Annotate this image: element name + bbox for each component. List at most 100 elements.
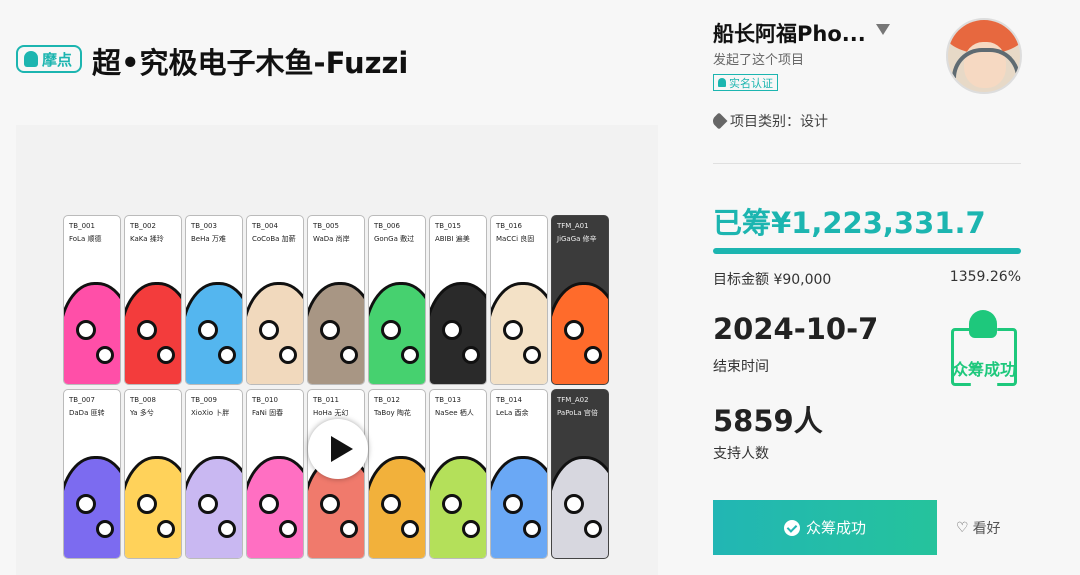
success-button-label: 众筹成功: [805, 519, 866, 537]
project-page: 摩点 超•究极电子木鱼-Fuzzi TB_001 FoLa 顺德 TB_002 KaK…: [0, 0, 1080, 575]
card-code: TB_013: [435, 396, 461, 404]
crowdfunding-success-button[interactable]: 众筹成功: [713, 500, 937, 555]
fish-stick: [584, 520, 602, 538]
card-name: DaDa 匪转: [69, 409, 105, 417]
card-name: JiGaGa 修辛: [557, 235, 597, 243]
fish-stick: [523, 520, 541, 538]
card-code: TB_007: [69, 396, 95, 404]
fish-eye: [259, 320, 279, 340]
stamp-text: 众筹成功: [951, 360, 1016, 379]
card-name: XioXio 卜胖: [191, 409, 230, 417]
card-name: CoCoBa 加薪: [252, 235, 296, 243]
card-name: FaNi 固春: [252, 409, 284, 417]
creator-name[interactable]: 船长阿福Pho...: [713, 18, 866, 48]
card-name: BeHa 万难: [191, 235, 226, 243]
fish-stick: [96, 520, 114, 538]
card-code: TB_005: [313, 222, 339, 230]
fish-eye: [564, 320, 584, 340]
fish-eye: [320, 494, 340, 514]
product-card: TB_002 KaKa 揉玲: [124, 215, 182, 385]
end-date: 2024-10-7: [713, 312, 879, 346]
site-logo[interactable]: 摩点: [16, 45, 82, 73]
product-card-grid: TB_001 FoLa 顺德 TB_002 KaKa 揉玲 TB_003 BeHa 万难 T…: [63, 215, 611, 559]
product-card: TB_003 BeHa 万难: [185, 215, 243, 385]
category-text: 项目类别：设计: [730, 114, 828, 130]
fish-eye: [503, 494, 523, 514]
end-date-label: 结束时间: [713, 359, 769, 375]
product-card: TB_006 GonGa 敷过: [368, 215, 426, 385]
card-name: WaDa 尚岸: [313, 235, 350, 243]
fish-stick: [218, 346, 236, 364]
fish-eye: [503, 320, 523, 340]
fish-eye: [442, 494, 462, 514]
fish-stick: [462, 520, 480, 538]
fish-stick: [523, 346, 541, 364]
fish-stick: [218, 520, 236, 538]
card-code: TFM_A02: [557, 396, 589, 404]
fish-stick: [279, 520, 297, 538]
fish-eye: [320, 320, 340, 340]
funded-percent: 1359.26%: [949, 269, 1021, 285]
fish-stick: [584, 346, 602, 364]
heart-icon: ♡: [956, 520, 969, 536]
verified-label: 实名认证: [729, 76, 773, 90]
card-code: TB_009: [191, 396, 217, 404]
fish-eye: [76, 494, 96, 514]
product-card: TB_010 FaNi 固春: [246, 389, 304, 559]
stamp-mascot-icon: [969, 310, 997, 338]
fish-eye: [76, 320, 96, 340]
fish-stick: [401, 346, 419, 364]
play-video-button[interactable]: [308, 419, 368, 479]
project-category: 项目类别：设计: [710, 111, 828, 131]
fish-eye: [381, 494, 401, 514]
creator-dropdown-icon[interactable]: [876, 24, 890, 35]
fish-eye: [442, 320, 462, 340]
card-name: ABIBI 遍美: [435, 235, 470, 243]
fish-eye: [564, 494, 584, 514]
card-code: TB_010: [252, 396, 278, 404]
fish-stick: [340, 520, 358, 538]
card-code: TB_014: [496, 396, 522, 404]
card-code: TB_002: [130, 222, 156, 230]
card-code: TB_006: [374, 222, 400, 230]
backer-count: 5859人: [713, 404, 823, 438]
fish-stick: [96, 346, 114, 364]
fish-stick: [401, 520, 419, 538]
logo-text: 摩点: [42, 50, 73, 69]
card-code: TB_015: [435, 222, 461, 230]
product-card: TB_007 DaDa 匪转: [63, 389, 121, 559]
product-card: TB_004 CoCoBa 加薪: [246, 215, 304, 385]
product-card: TB_012 TaBoy 陶花: [368, 389, 426, 559]
product-card: TB_013 NaSee 栖人: [429, 389, 487, 559]
funding-progress-bar: [713, 248, 1021, 254]
product-card: TB_015 ABIBI 遍美: [429, 215, 487, 385]
product-card: TB_005 WaDa 尚岸: [307, 215, 365, 385]
fish-eye: [137, 320, 157, 340]
verified-badge: 实名认证: [713, 74, 778, 91]
fish-eye: [259, 494, 279, 514]
product-card: TB_001 FoLa 顺德: [63, 215, 121, 385]
avatar-headphones: [952, 48, 1020, 78]
card-name: MaCCi 良固: [496, 235, 535, 243]
product-card: TB_014 LeLa 酉余: [490, 389, 548, 559]
fish-eye: [198, 494, 218, 514]
logo-mark-icon: [24, 51, 38, 67]
card-code: TB_001: [69, 222, 95, 230]
fish-stick: [340, 346, 358, 364]
like-button[interactable]: ♡ 看好: [956, 518, 1001, 538]
card-name: FoLa 顺德: [69, 235, 102, 243]
fish-stick: [157, 520, 175, 538]
tag-icon: [710, 112, 728, 130]
product-card: TB_016 MaCCi 良固: [490, 215, 548, 385]
creator-avatar[interactable]: [946, 18, 1022, 94]
card-name: PaPoLa 宫倍: [557, 409, 598, 417]
project-media[interactable]: TB_001 FoLa 顺德 TB_002 KaKa 揉玲 TB_003 BeHa 万难 T…: [16, 125, 658, 575]
project-title: 超•究极电子木鱼-Fuzzi: [92, 46, 409, 80]
backer-count-label: 支持人数: [713, 446, 769, 462]
divider: [713, 163, 1021, 164]
person-icon: [718, 78, 726, 87]
card-name: KaKa 揉玲: [130, 235, 164, 243]
product-card: TFM_A02 PaPoLa 宫倍: [551, 389, 609, 559]
product-card: TB_009 XioXio 卜胖: [185, 389, 243, 559]
card-code: TB_004: [252, 222, 278, 230]
